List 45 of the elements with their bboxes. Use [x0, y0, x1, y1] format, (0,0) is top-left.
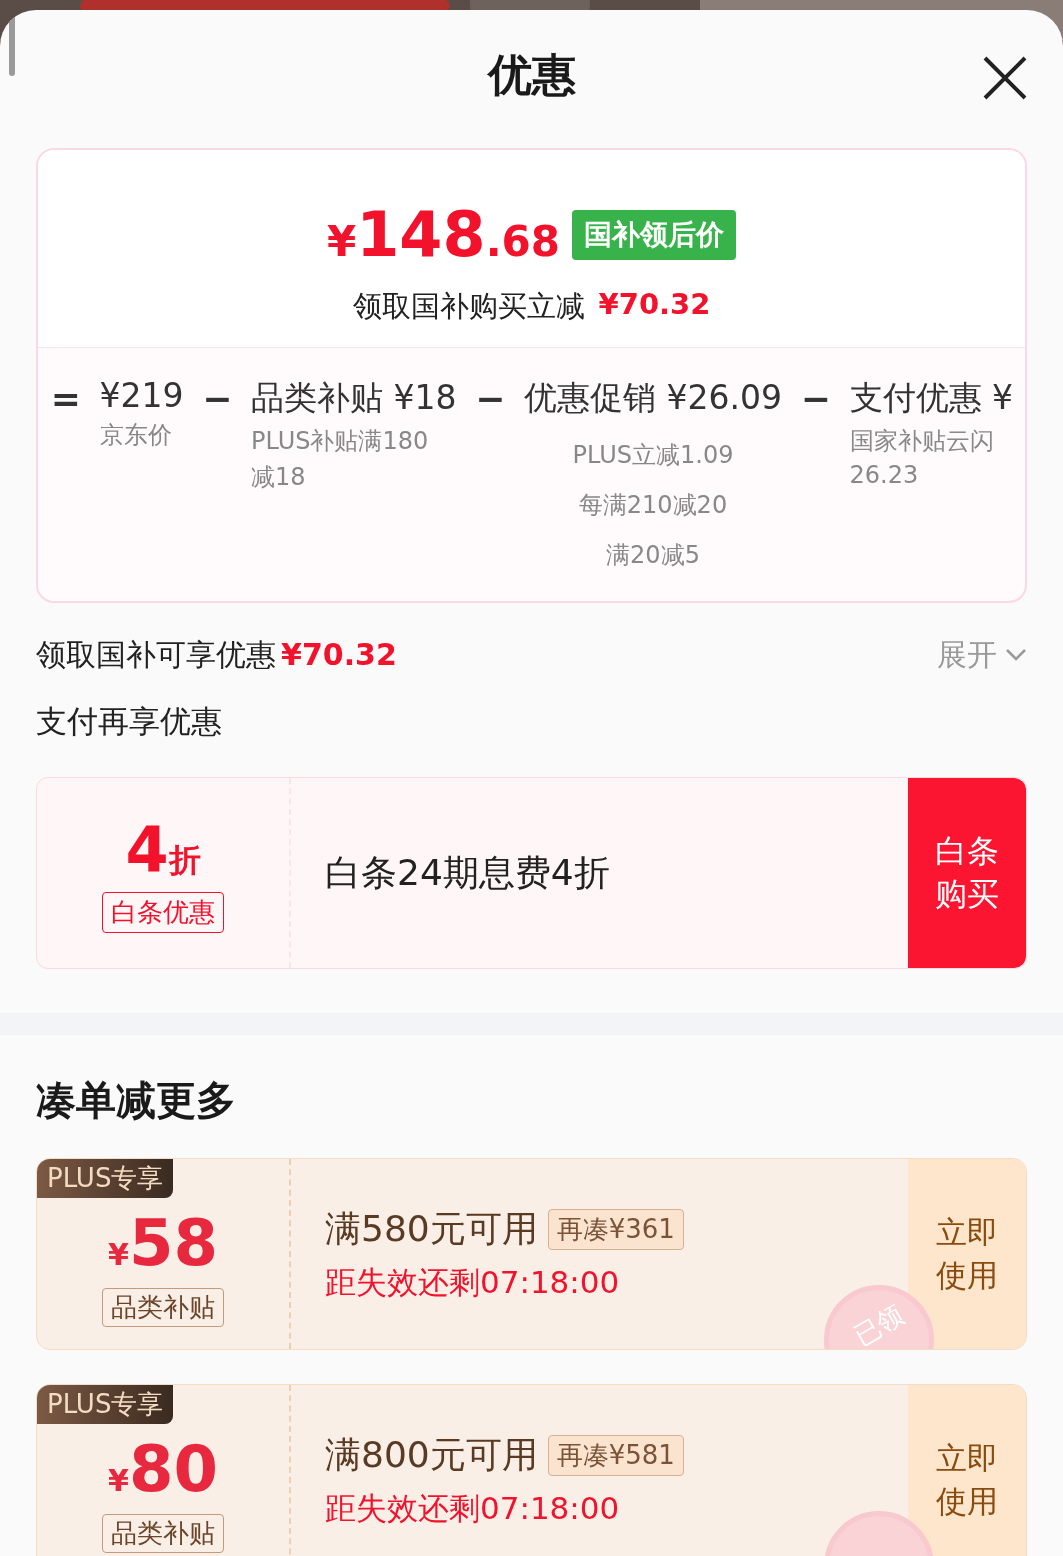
- offer-text: 白条24期息费4折: [324, 850, 611, 895]
- breakdown-amount: ¥219: [99, 376, 184, 415]
- breakdown-note: PLUS补贴满180: [251, 426, 429, 457]
- final-price: ¥148.68: [326, 198, 561, 271]
- coupon-amount: ¥80: [108, 1431, 218, 1506]
- section-title: 凑单减更多: [36, 1076, 237, 1125]
- breakdown-amount: 品类补贴 ¥18: [251, 377, 457, 419]
- breakdown-note: 减18: [251, 462, 306, 493]
- chevron-icon: [1005, 648, 1027, 662]
- coupon-tag: 品类补贴: [102, 1513, 224, 1553]
- breakdown-note: PLUS立减1.09: [572, 440, 734, 471]
- price-tag: 国补领后价: [572, 209, 737, 260]
- gap-tag: 再凑¥581: [547, 1434, 684, 1476]
- saving-amount: ¥70.32: [598, 287, 711, 323]
- breakdown-note: 满20减5: [606, 540, 700, 571]
- operator: −: [474, 377, 507, 421]
- breakdown-note: 每满210减20: [578, 490, 728, 521]
- coupon-tag: 品类补贴: [102, 1287, 224, 1327]
- breakdown-amount: 优惠促销 ¥26.09: [524, 377, 782, 419]
- operator: −: [201, 377, 234, 421]
- breakdown-note: 国家补贴云闪: [849, 426, 994, 457]
- offer-tag: 白条优惠: [102, 892, 224, 933]
- sheet-title: 优惠: [487, 47, 576, 102]
- buy-button[interactable]: 白条购买: [908, 778, 1026, 968]
- breakdown-note: 26.23: [849, 461, 919, 489]
- coupon-condition: 满580元可用: [325, 1206, 538, 1251]
- countdown: 距失效还剩07:18:00: [325, 1488, 621, 1528]
- breakdown-note: 京东价: [99, 420, 172, 451]
- coupon-amount: ¥58: [108, 1205, 218, 1280]
- saving-label: 领取国补购买立减: [352, 288, 585, 325]
- gap-tag: 再凑¥361: [547, 1208, 684, 1250]
- use-button[interactable]: 立即使用: [908, 1159, 1026, 1349]
- operator: −: [799, 377, 832, 421]
- operator: =: [49, 377, 82, 421]
- subsidy-label: 领取国补可享优惠: [36, 636, 276, 672]
- discount-value: 4折: [125, 813, 201, 886]
- plus-badge: PLUS专享: [37, 1159, 174, 1198]
- section-title: 支付再享优惠: [35, 707, 223, 737]
- plus-badge: PLUS专享: [37, 1385, 174, 1424]
- countdown: 距失效还剩07:18:00: [325, 1262, 621, 1302]
- use-button[interactable]: 立即使用: [908, 1385, 1026, 1556]
- coupon-condition: 满800元可用: [325, 1432, 538, 1477]
- close-button[interactable]: [981, 54, 1029, 102]
- breakdown-amount: 支付优惠 ¥: [849, 377, 1013, 419]
- subsidy-amount: ¥70.32: [281, 636, 397, 672]
